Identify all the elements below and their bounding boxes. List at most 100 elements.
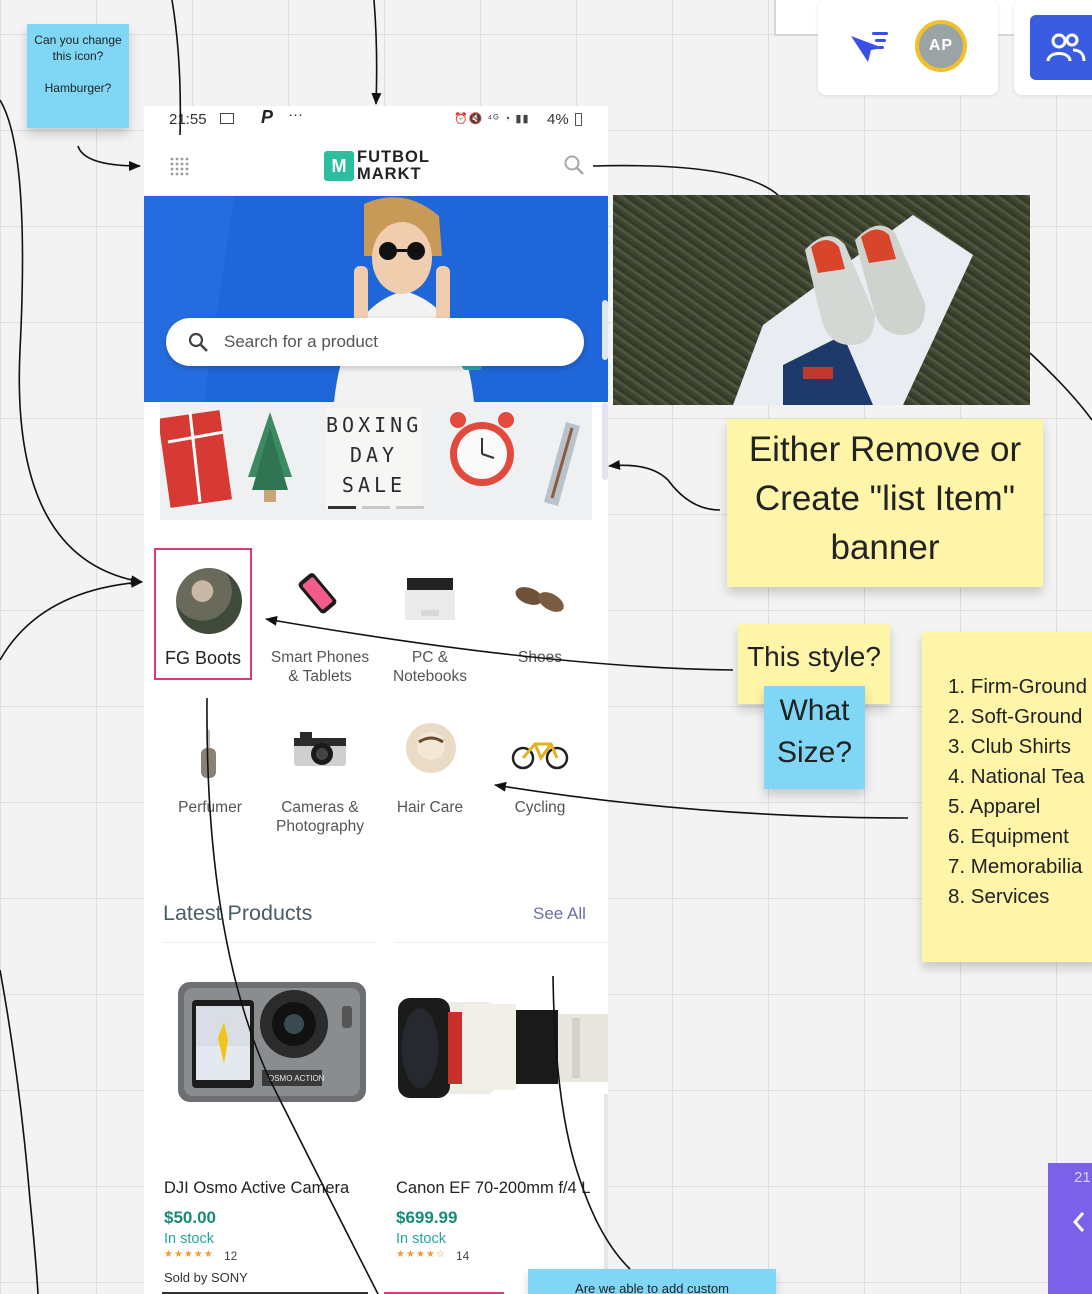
sticky-note-text: Are we able to add custom <box>575 1281 729 1294</box>
see-all-link[interactable]: See All <box>533 904 586 924</box>
connector-arrow <box>0 99 143 586</box>
parking-app-icon: P <box>261 107 274 127</box>
connector-arrow <box>371 0 382 105</box>
category-list-item: 5. Apparel <box>948 795 1041 818</box>
product-card[interactable]: Canon EF 70-200mm f/4 L $699.99 In stock… <box>394 954 608 1294</box>
hero-scroll-edge <box>602 300 608 360</box>
sticky-note-size[interactable]: What Size? <box>764 686 865 789</box>
category-list-item: 6. Equipment <box>948 825 1069 848</box>
sticky-note-text: This style? <box>747 641 881 672</box>
sticky-note-banner[interactable]: Either Remove or Create "list Item" bann… <box>727 419 1043 587</box>
app-header: M FUTBOL MARKT <box>144 134 608 196</box>
rating-stars: ★★★★☆ <box>396 1249 446 1260</box>
connector-arrow <box>608 459 721 511</box>
category-list: 1. Firm-Ground 2. Soft-Ground 3. Club Sh… <box>948 672 1087 912</box>
search-input[interactable]: Search for a product <box>166 318 584 366</box>
boots-photo[interactable] <box>613 195 1030 405</box>
seller-label: Sold by SONY <box>164 1270 248 1285</box>
side-panel-toggle[interactable]: 21 <box>1048 1163 1092 1294</box>
connector-arrow <box>592 164 779 196</box>
category-list-item: 2. Soft-Ground <box>948 705 1083 728</box>
sticky-note-text: What Size? <box>776 694 853 769</box>
promo-text: BOXING DAY SALE <box>326 410 422 500</box>
category-label: PC & Notebooks <box>392 649 468 685</box>
product-name: DJI Osmo Active Camera <box>164 1179 350 1197</box>
promo-line1: BOXING <box>326 413 423 437</box>
chevron-left-icon <box>1072 1211 1086 1238</box>
category-list-item: 8. Services <box>948 885 1050 908</box>
battery-level: 4% <box>547 111 569 128</box>
category-label: Hair Care <box>396 799 464 816</box>
category-label: Smart Phones & Tablets <box>270 649 370 685</box>
card-scroll-edge <box>604 1094 608 1294</box>
divider <box>396 942 608 943</box>
boots-photo-art <box>733 215 973 405</box>
search-icon[interactable] <box>563 154 585 181</box>
stock-status: In stock <box>396 1231 446 1247</box>
category-label: Cameras & Photography <box>276 799 364 835</box>
sticky-note-category-list[interactable]: 1. Firm-Ground 2. Soft-Ground 3. Club Sh… <box>922 632 1092 962</box>
hero-banner[interactable]: Search for a product <box>144 196 608 402</box>
hero-photo-art <box>144 196 608 402</box>
share-people-button[interactable] <box>1030 15 1092 80</box>
product-image-action-camera: OSMO ACTION <box>176 980 368 1104</box>
category-list-item: 7. Memorabilia <box>948 855 1083 878</box>
category-label: FG Boots <box>164 648 242 668</box>
people-icon <box>1046 31 1086 70</box>
brand-name-line2: MARKT <box>357 165 422 183</box>
hamburger-grid-icon[interactable] <box>169 156 189 181</box>
brand-mark-icon: M <box>324 151 354 181</box>
category-list-item: 1. Firm-Ground <box>948 675 1087 698</box>
category-list-item: 3. Club Shirts <box>948 735 1072 758</box>
connector-arrow <box>1029 352 1092 421</box>
promo-carousel[interactable]: BOXING DAY SALE <box>160 402 592 520</box>
brand-logo[interactable]: M FUTBOL MARKT <box>324 149 434 183</box>
category-label: Shoes <box>518 649 562 666</box>
status-time: 21:55 <box>169 111 207 128</box>
connector-arrow <box>0 577 143 661</box>
connector-arrow <box>77 145 141 171</box>
camera-brand-label: OSMO ACTION <box>268 1074 325 1083</box>
rating-stars: ★★★★★ <box>164 1249 214 1260</box>
search-icon <box>188 332 208 357</box>
category-label: Cycling <box>514 799 566 816</box>
phone-screen: 21:55 P ··· ⏰🔇 ⁴ᴳ ◔ ▮▮ 4% M FUTBOL MARKT <box>144 106 608 1294</box>
status-icons: ⏰🔇 ⁴ᴳ ◔ ▮▮ <box>454 113 530 125</box>
product-price: $50.00 <box>164 1208 216 1227</box>
share-toolbar <box>1014 0 1092 95</box>
status-bar: 21:55 P ··· ⏰🔇 ⁴ᴳ ◔ ▮▮ 4% <box>144 106 608 134</box>
side-panel-number: 21 <box>1074 1169 1091 1186</box>
collab-toolbar: AP <box>818 0 998 95</box>
fg-boots-photo <box>176 568 242 634</box>
sticky-note-text: Either Remove or Create "list Item" bann… <box>748 430 1022 567</box>
search-placeholder: Search for a product <box>224 332 379 351</box>
category-fg-boots[interactable]: FG Boots <box>154 548 252 680</box>
product-name: Canon EF 70-200mm f/4 L <box>396 1179 591 1197</box>
sticky-note-custom[interactable]: Are we able to add custom <box>528 1269 776 1294</box>
bicycle-icon <box>511 736 569 770</box>
product-card[interactable]: OSMO ACTION DJI Osmo Active Camera $50.0… <box>162 954 380 1294</box>
sticky-note-icon-question[interactable]: Can you change this icon? Hamburger? <box>27 24 129 128</box>
category-label: Perfumer <box>178 799 242 816</box>
sticky-note-text: Can you change this icon? Hamburger? <box>34 33 122 95</box>
perfume-icon <box>199 730 219 780</box>
avatar[interactable]: AP <box>915 20 967 72</box>
rating-count: 14 <box>456 1249 470 1263</box>
promo-line3: SALE <box>341 473 407 497</box>
promo-line2: DAY <box>349 443 399 467</box>
more-dots-icon: ··· <box>288 106 303 123</box>
cursor-filter-icon[interactable] <box>848 28 894 68</box>
category-list-item: 4. National Tea <box>948 765 1085 788</box>
phone-icon <box>297 570 341 614</box>
brand-name-line1: FUTBOL <box>357 148 430 166</box>
hat-icon <box>403 720 459 776</box>
connector-arrow <box>0 969 39 1294</box>
image-notification-icon <box>220 113 234 124</box>
product-image-lens <box>396 992 608 1102</box>
stock-status: In stock <box>164 1231 214 1247</box>
camera-icon <box>292 728 348 770</box>
promo-scroll-edge <box>602 402 608 480</box>
product-price: $699.99 <box>396 1208 458 1227</box>
section-title-latest: Latest Products <box>163 901 313 925</box>
shoes-icon <box>511 580 571 616</box>
